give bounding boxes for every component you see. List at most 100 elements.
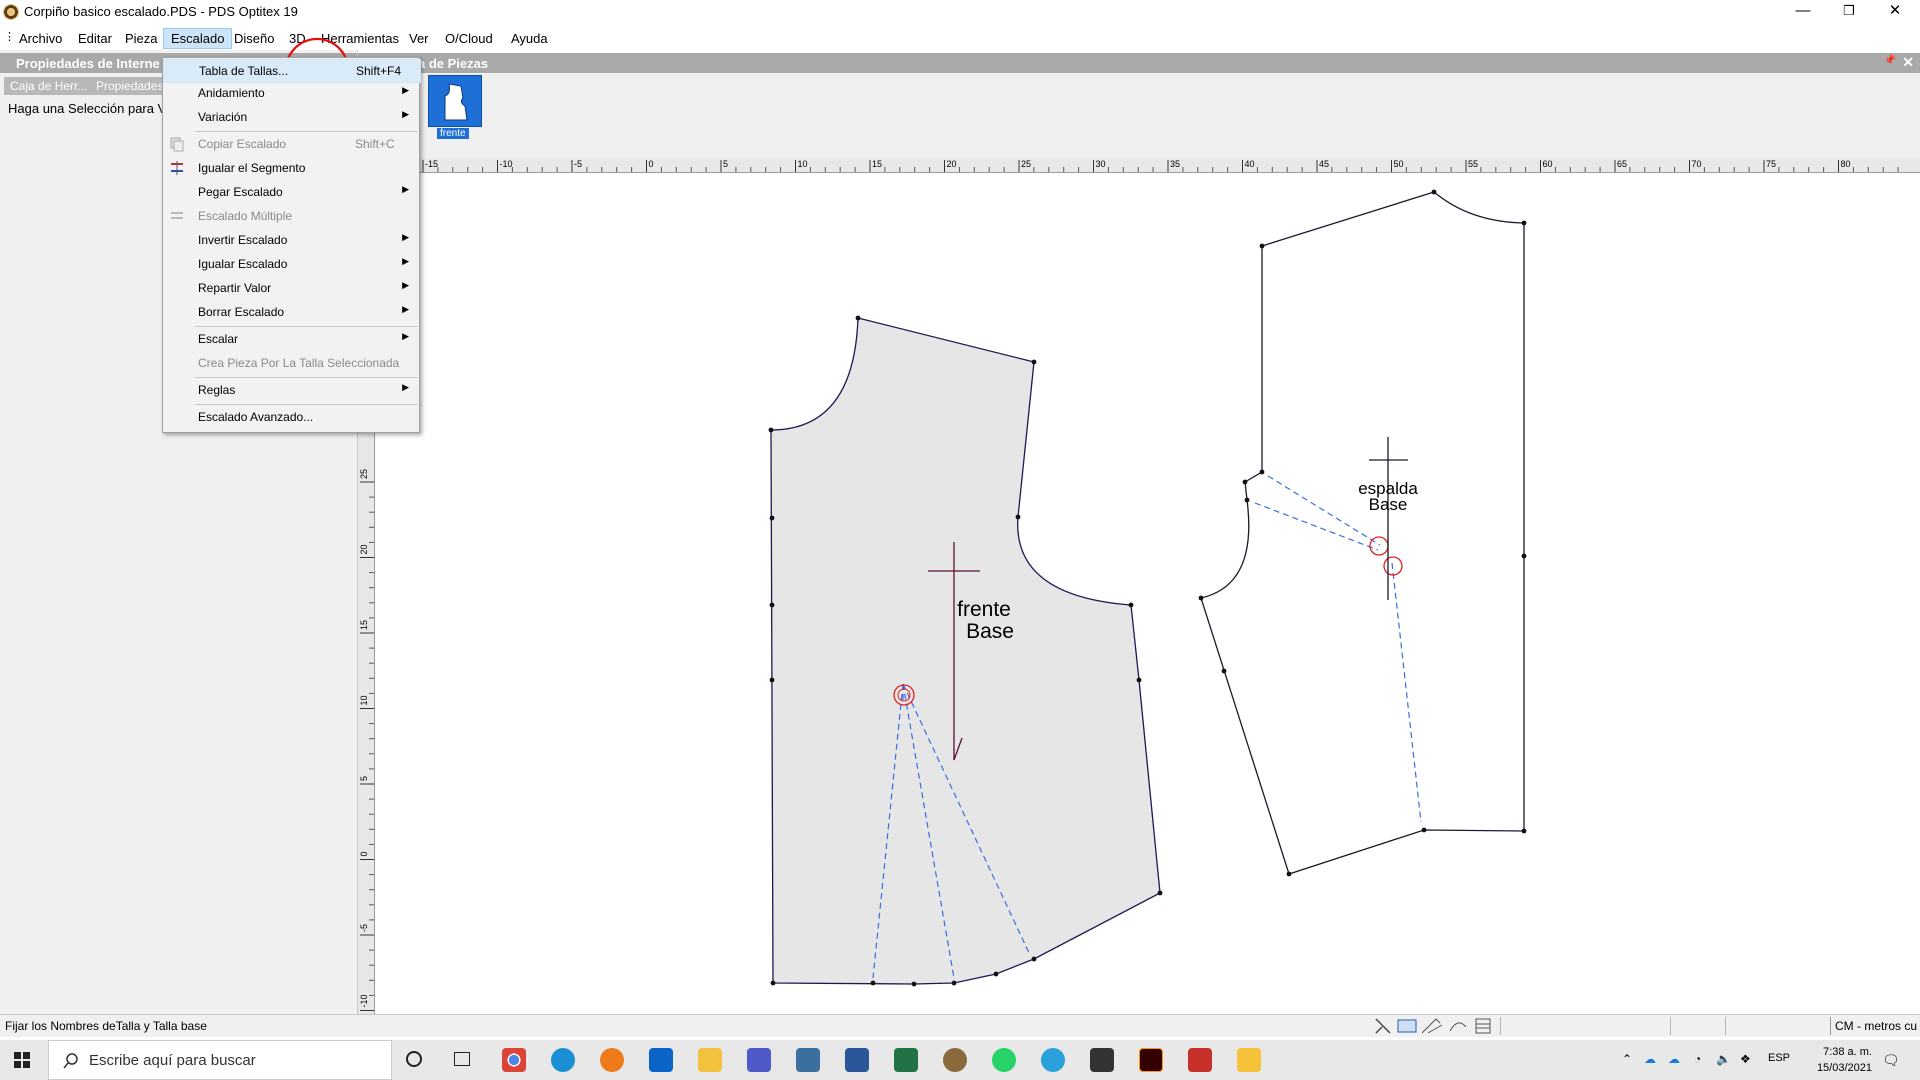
menu-item-reglas[interactable]: Reglas ▶ [163,379,419,401]
search-icon [63,1053,78,1069]
piece-thumbnail-label: frente [437,128,469,139]
notifications-icon[interactable]: 🗨 [1882,1052,1900,1069]
ruler-label: -15 [425,159,438,169]
menu-pieza[interactable]: Pieza [118,29,165,48]
menu-item-crea-pieza-por-talla[interactable]: Crea Pieza Por La Talla Seleccionada [163,352,419,374]
menu-editar[interactable]: Editar [71,29,119,48]
menu-item-label: Repartir Valor [198,281,272,295]
menu-item-label: Crea Pieza Por La Talla Seleccionada [198,356,400,370]
tab-toolbox[interactable]: Caja de Herr... [4,77,94,95]
menu-item-invertir-escalado[interactable]: Invertir Escalado ▶ [163,229,419,251]
piece-espalda[interactable] [1198,189,1527,877]
multiple-grading-icon [169,208,185,224]
menu-ayuda[interactable]: Ayuda [504,29,555,48]
menu-item-repartir-valor[interactable]: Repartir Valor ▶ [163,277,419,299]
ruler-label: 45 [1319,159,1329,169]
edge-icon[interactable] [551,1048,575,1072]
menu-ocloud[interactable]: O/Cloud [438,29,500,48]
excel-icon[interactable] [894,1048,918,1072]
menu-item-escalado-multiple[interactable]: Escalado Múltiple [163,205,419,227]
menu-archivo[interactable]: Archivo [12,29,69,48]
chrome-icon[interactable] [502,1048,526,1072]
ruler-label: 35 [1170,159,1180,169]
volume-icon[interactable]: 🔈 [1716,1052,1731,1066]
ruler-label: 0 [649,159,654,169]
windows-start-icon[interactable] [14,1052,30,1068]
menu-item-igualar-escalado[interactable]: Igualar Escalado ▶ [163,253,419,275]
optitex-icon[interactable] [943,1048,967,1072]
whatsapp-icon[interactable] [992,1048,1016,1072]
ruler-label: 70 [1692,159,1702,169]
menu-item-tabla-de-tallas[interactable]: Tabla de Tallas... Shift+F4 [163,59,421,83]
menu-item-borrar-escalado[interactable]: Borrar Escalado ▶ [163,301,419,323]
ruler-label: 65 [1617,159,1627,169]
menu-separator [195,131,417,132]
menu-item-anidamiento[interactable]: Anidamiento ▶ [163,82,419,104]
menu-separator [195,326,417,327]
ruler-label: -5 [359,924,369,932]
copy-grading-icon [169,136,185,152]
ruler-label: 20 [359,544,369,554]
sticky-app-icon[interactable] [1090,1048,1114,1072]
network-icon[interactable]: ◔ [1694,1052,1701,1066]
piece-size-frente: Base [966,620,1014,643]
calculator-icon[interactable] [796,1048,820,1072]
clock[interactable]: 7:38 a. m. 15/03/2021 [1792,1044,1872,1076]
submenu-arrow-icon: ▶ [402,382,409,392]
piece-thumbnail-frente[interactable] [428,75,482,127]
match-segment-icon [169,160,185,176]
close-button[interactable]: ✕ [1872,0,1918,24]
menu-diseno[interactable]: Diseño [227,29,281,48]
telegram-icon[interactable] [1041,1048,1065,1072]
cortana-icon[interactable] [406,1051,422,1067]
piece-frente[interactable] [768,315,1163,987]
word-icon[interactable] [845,1048,869,1072]
minimize-button[interactable]: — [1780,0,1826,24]
app-red-icon[interactable] [1188,1048,1212,1072]
menu-item-igualar-segmento[interactable]: Igualar el Segmento [163,157,419,179]
menu-item-label: Escalar [198,332,239,346]
status-cell [1725,1017,1831,1035]
ruler-label: 5 [359,776,369,781]
security-lock-icon[interactable] [1237,1048,1261,1072]
menu-item-label: Borrar Escalado [198,305,285,319]
piece-name-frente: frente [957,598,1011,621]
menu-item-pegar-escalado[interactable]: Pegar Escalado ▶ [163,181,419,203]
language-indicator[interactable]: ESP [1768,1052,1790,1064]
task-view-icon[interactable] [454,1052,470,1066]
drawing-canvas[interactable]: frente Base espalda Base [375,173,1920,1014]
tray-chevron-icon[interactable]: ⌃ [1622,1052,1632,1066]
onedrive-business-icon[interactable]: ☁ [1668,1052,1680,1066]
pin-icon[interactable]: 📌 [1884,55,1896,66]
close-icon[interactable]: ✕ [1902,54,1914,71]
menu-item-shortcut: Shift+C [355,137,395,151]
ruler-label: -5 [574,159,582,169]
illustrator-icon[interactable] [1139,1048,1163,1072]
submenu-arrow-icon: ▶ [402,256,409,266]
submenu-arrow-icon: ▶ [402,109,409,119]
menu-item-copiar-escalado[interactable]: Copiar Escalado Shift+C [163,133,419,155]
onedrive-icon[interactable]: ☁ [1644,1052,1656,1066]
outlook-icon[interactable] [649,1048,673,1072]
window-title: Corpiño basico escalado.PDS - PDS Optite… [24,4,298,19]
firefox-icon[interactable] [600,1048,624,1072]
piece-size-espalda: Base [1368,495,1408,514]
pieces-area: frente [358,73,1920,158]
maximize-button[interactable]: ❐ [1826,0,1872,24]
tab-properties[interactable]: Propiedades [90,77,170,95]
menu-item-escalado-avanzado[interactable]: Escalado Avanzado... [163,406,419,428]
ruler-label: 40 [1245,159,1255,169]
escalado-dropdown: Tabla de Tallas... Shift+F4 Anidamiento … [162,57,421,433]
search-placeholder: Escribe aquí para buscar [89,1052,256,1069]
menu-ver[interactable]: Ver [402,29,436,48]
pieces-panel-header: a de Piezas 📌 ✕ [358,53,1920,73]
menu-item-variacion[interactable]: Variación ▶ [163,106,419,128]
menu-escalado[interactable]: Escalado [163,28,233,49]
piece-label-frente: frente Base [924,599,1044,643]
menu-separator [195,377,417,378]
dropbox-icon[interactable]: ❖ [1740,1052,1751,1066]
teams-icon[interactable] [747,1048,771,1072]
menu-item-escalar[interactable]: Escalar ▶ [163,328,419,350]
file-explorer-icon[interactable] [698,1048,722,1072]
taskbar-search-box[interactable]: Escribe aquí para buscar [48,1040,392,1080]
